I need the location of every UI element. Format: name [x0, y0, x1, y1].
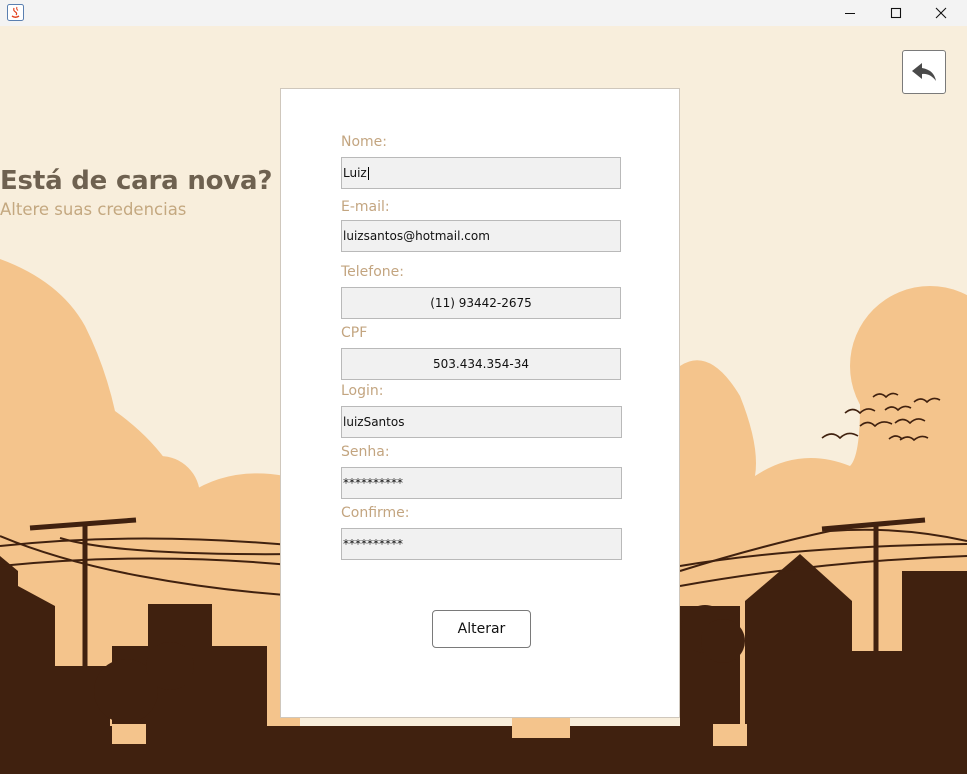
back-button[interactable] — [902, 50, 946, 94]
phone-label: Telefone: — [341, 264, 404, 280]
alterar-button[interactable]: Alterar — [432, 610, 531, 648]
login-label: Login: — [341, 383, 384, 399]
email-value: luizsantos@hotmail.com — [343, 229, 490, 243]
close-button[interactable] — [918, 0, 964, 26]
name-field[interactable]: Luiz — [341, 157, 621, 189]
java-app-icon — [7, 4, 24, 21]
phone-value: (11) 93442-2675 — [430, 296, 532, 310]
name-label: Nome: — [341, 134, 388, 150]
page-title: Está de cara nova? — [0, 166, 273, 196]
login-value: luizSantos — [343, 415, 405, 429]
phone-field[interactable]: (11) 93442-2675 — [341, 287, 621, 319]
cpf-value: 503.434.354-34 — [433, 357, 529, 371]
credentials-form: Nome: Luiz E-mail: luizsantos@hotmail.co… — [280, 88, 680, 718]
password-label: Senha: — [341, 444, 390, 460]
minimize-button[interactable] — [827, 0, 873, 26]
confirm-password-field[interactable]: ********** — [341, 528, 622, 560]
maximize-icon — [890, 7, 902, 19]
password-field[interactable]: ********** — [341, 467, 622, 499]
back-arrow-icon — [912, 63, 936, 81]
confirm-password-label: Confirme: — [341, 505, 410, 521]
window-content: Está de cara nova? Altere suas credencia… — [0, 26, 967, 774]
text-caret — [367, 166, 369, 180]
maximize-button[interactable] — [873, 0, 919, 26]
cpf-field[interactable]: 503.434.354-34 — [341, 348, 621, 380]
email-field[interactable]: luizsantos@hotmail.com — [341, 220, 621, 252]
title-bar — [0, 0, 967, 26]
cpf-label: CPF — [341, 325, 368, 341]
password-value: ********** — [343, 476, 403, 490]
name-value: Luiz — [343, 166, 367, 180]
email-label: E-mail: — [341, 199, 390, 215]
confirm-password-value: ********** — [343, 537, 403, 551]
minimize-icon — [845, 13, 855, 14]
close-icon — [935, 7, 947, 19]
login-field[interactable]: luizSantos — [341, 406, 622, 438]
page-subtitle: Altere suas credencias — [0, 200, 187, 219]
